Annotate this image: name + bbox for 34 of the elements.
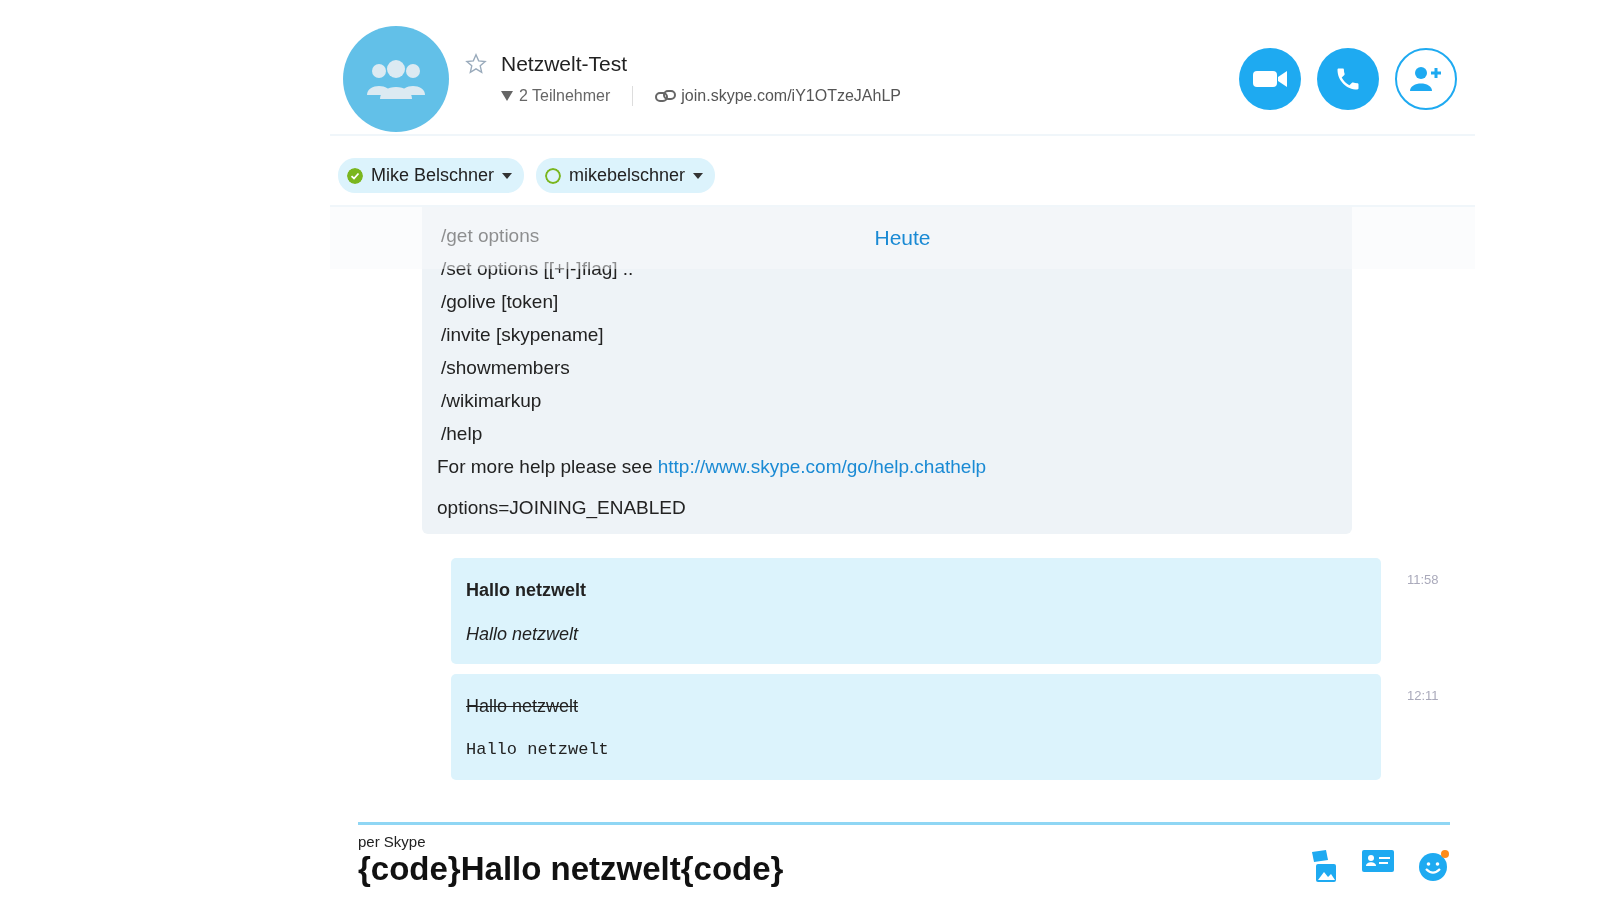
options-text: options=JOINING_ENABLED <box>437 496 687 521</box>
command-line: /wikimarkup <box>440 389 542 413</box>
command-line: /golive [token] <box>440 290 559 314</box>
command-line: /get options <box>440 224 540 248</box>
message-text: Hallo netzwelt <box>466 695 580 718</box>
message-text: Hallo netzwelt <box>466 579 587 602</box>
contact-card-icon <box>1362 850 1394 872</box>
caret-icon[interactable] <box>501 91 513 101</box>
command-line: /invite [skypename] <box>440 323 604 347</box>
help-text: For more help please see http://www.skype.com/go/help.chathelp <box>437 455 987 479</box>
participant-chip[interactable]: mikebelschner <box>536 158 716 193</box>
add-person-icon <box>1410 66 1442 92</box>
video-camera-icon <box>1253 69 1287 89</box>
conversation-title: Netzwelt-Test <box>501 52 628 76</box>
command-line: /set options [[+|-]flag] .. <box>440 257 634 281</box>
emoticon-button[interactable] <box>1418 850 1450 884</box>
caret-icon <box>693 172 704 179</box>
participant-chip[interactable]: Mike Belschner <box>338 158 525 193</box>
group-icon <box>365 59 427 99</box>
message-time: 12:11 <box>1407 688 1439 703</box>
message-text: Hallo netzwelt <box>466 623 580 646</box>
star-icon[interactable] <box>465 53 487 75</box>
smiley-icon <box>1418 850 1450 882</box>
message-time: 11:58 <box>1407 572 1439 587</box>
join-link[interactable]: join.skype.com/iY1OTzeJAhLP <box>681 87 901 105</box>
message-input[interactable]: {code}Hallo netzwelt{code} <box>358 850 1058 888</box>
command-line: /showmembers <box>440 356 570 380</box>
date-label: Heute <box>874 226 931 250</box>
participants-count[interactable]: 2 Teilnehmer <box>519 87 611 105</box>
caret-icon <box>502 172 513 179</box>
link-icon <box>655 89 678 103</box>
message-text: Hallo netzwelt <box>466 739 610 761</box>
command-line: /help <box>440 422 483 446</box>
composer-label: per Skype <box>358 833 427 850</box>
